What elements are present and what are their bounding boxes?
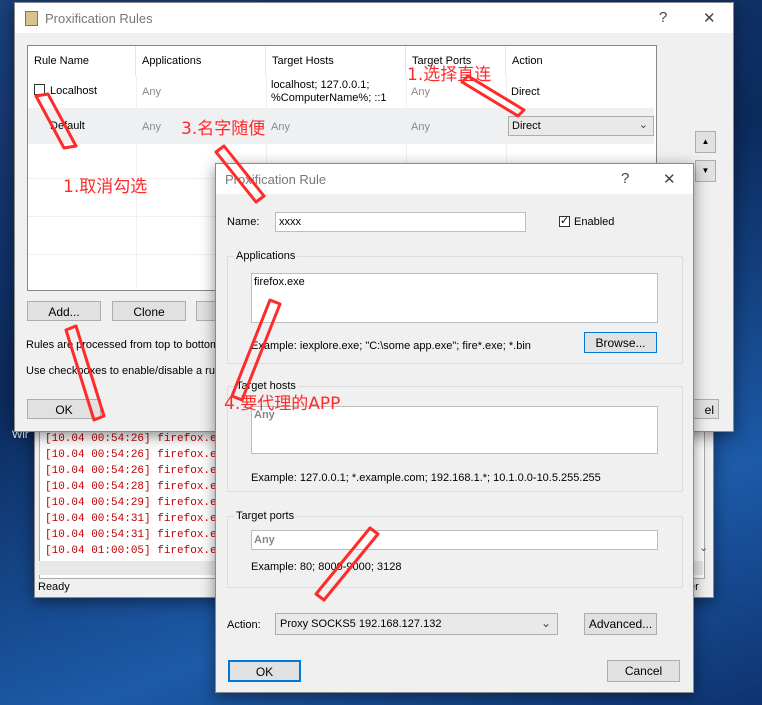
arrow-to-action-select <box>314 526 380 602</box>
arrow-to-name-input <box>214 144 266 204</box>
arrow-to-checkbox <box>34 92 78 150</box>
annotation-arrows <box>34 74 526 602</box>
annotation-step3: 3.名字随便 <box>181 119 266 139</box>
annotation-step2: 1.取消勾选 <box>63 177 148 197</box>
arrow-to-add-button <box>64 324 106 422</box>
arrow-to-applications <box>230 298 282 402</box>
annotation-step1: 1.选择直连 <box>407 65 492 85</box>
annotation-step4: 4.要代理的APP <box>224 394 341 414</box>
